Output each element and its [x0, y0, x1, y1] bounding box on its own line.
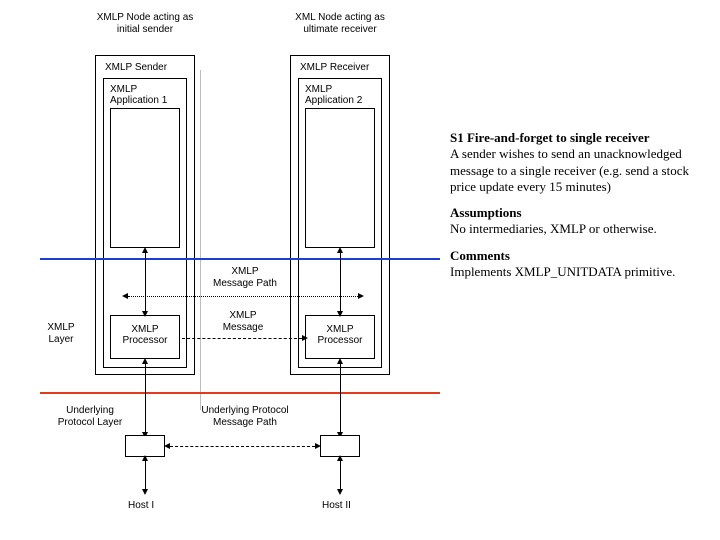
grey-divider	[200, 70, 201, 410]
receiver-protocol-box	[320, 435, 360, 457]
host2-label: Host II	[322, 500, 351, 512]
sender-node-label: XMLP Node acting as initial sender	[85, 12, 205, 36]
xmlp-message-label: XMLP Message	[208, 310, 278, 334]
comments-body: Implements XMLP_UNITDATA primitive.	[450, 264, 675, 279]
receiver-app-proc-arrow	[340, 252, 341, 312]
app1-label: XMLP Application 1	[110, 84, 167, 106]
sender-role-label: XMLP Sender	[105, 62, 167, 73]
assumptions-heading: Assumptions	[450, 205, 522, 220]
xmlp-message-path-arrow	[128, 296, 358, 297]
underlying-message-arrow	[170, 446, 315, 447]
receiver-role-label: XMLP Receiver	[300, 62, 369, 73]
protocol-diagram: XMLP Node acting as initial sender XML N…	[0, 0, 440, 540]
sender-proc-und-arrow	[145, 363, 146, 433]
assumptions-body: No intermediaries, XMLP or otherwise.	[450, 221, 657, 236]
red-boundary-line	[40, 392, 440, 394]
sender-processor-box: XMLP Processor	[110, 315, 180, 359]
sender-protocol-box	[125, 435, 165, 457]
receiver-host-arrow	[340, 460, 341, 490]
xmlp-message-arrow	[182, 338, 302, 339]
underlying-path-label: Underlying Protocol Message Path	[195, 405, 295, 429]
receiver-node-label: XML Node acting as ultimate receiver	[280, 12, 400, 36]
app2-box	[305, 108, 375, 248]
sender-host-arrow	[145, 460, 146, 490]
host1-label: Host I	[128, 500, 154, 512]
app1-box	[110, 108, 180, 248]
xmlp-layer-label: XMLP Layer	[36, 322, 86, 346]
blue-boundary-line	[40, 258, 440, 260]
scenario-body: A sender wishes to send an unacknowledge…	[450, 146, 689, 194]
app2-label: XMLP Application 2	[305, 84, 362, 106]
scenario-title: S1 Fire-and-forget to single receiver	[450, 130, 650, 145]
xmlp-message-path-label: XMLP Message Path	[205, 266, 285, 290]
receiver-proc-und-arrow	[340, 363, 341, 433]
explanation-panel: S1 Fire-and-forget to single receiver A …	[450, 130, 705, 290]
receiver-processor-box: XMLP Processor	[305, 315, 375, 359]
comments-heading: Comments	[450, 248, 510, 263]
sender-app-proc-arrow	[145, 252, 146, 312]
underlying-layer-label: Underlying Protocol Layer	[50, 405, 130, 429]
